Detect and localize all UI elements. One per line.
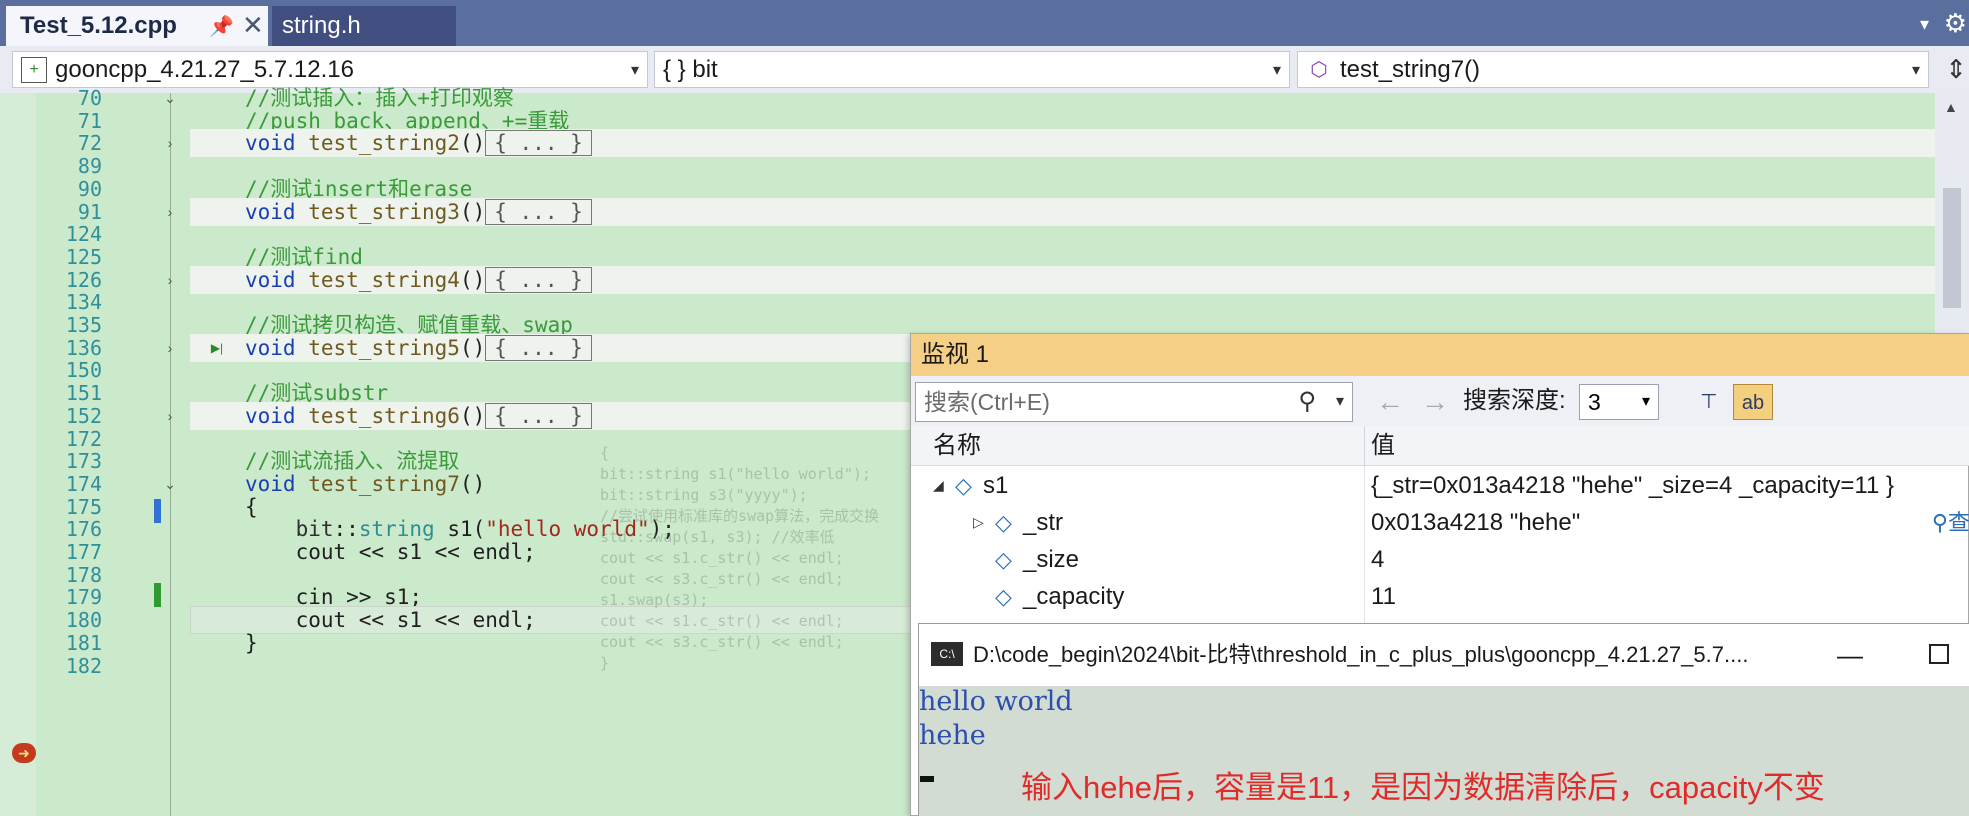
maximize-icon[interactable] [1929, 644, 1949, 664]
change-marker [154, 583, 161, 607]
expanded-icon[interactable]: ◢ [933, 467, 944, 504]
project-icon: + [21, 56, 47, 83]
tab-string-h[interactable]: string.h [272, 6, 456, 46]
search-depth-label: 搜索深度: [1463, 387, 1566, 414]
column-name-header[interactable]: 名称 [933, 426, 981, 466]
tab-label: Test_5.12.cpp [20, 12, 177, 39]
scroll-up-icon[interactable]: ▲ [1944, 99, 1958, 115]
watch-search-input[interactable]: 搜索(Ctrl+E) ⚲ ▾ [915, 382, 1353, 422]
watch-name: _str [1023, 509, 1064, 536]
search-depth-dropdown[interactable]: 3 ▾ [1579, 384, 1659, 420]
console-output-line: hehe [919, 720, 986, 751]
gear-icon[interactable]: ⚙ [1944, 8, 1967, 39]
tab-label: string.h [282, 12, 361, 39]
function-name: test_string7() [1340, 55, 1481, 83]
watch-toolbar: 搜索(Ctrl+E) ⚲ ▾ ← → 搜索深度: 3 ▾ ⊤ ab [911, 376, 1969, 426]
function-dropdown[interactable]: ⬡ test_string7() ▾ [1297, 51, 1929, 88]
variable-icon: ◇ [955, 473, 972, 498]
search-forward-icon[interactable]: → [1421, 386, 1449, 418]
watch-value: 11 [1371, 583, 1396, 610]
watch-value: 0x013a4218 "hehe" [1371, 509, 1581, 536]
scope-dropdown[interactable]: { } bit ▾ [654, 51, 1290, 88]
minimize-icon[interactable]: — [1837, 624, 1863, 686]
text-visualizer-icon[interactable]: ⚲查 [1932, 504, 1969, 541]
watch-value: 4 [1371, 546, 1385, 573]
pin-filter-icon[interactable]: ⊤ [1691, 384, 1727, 420]
chevron-down-icon: ▾ [1911, 62, 1920, 79]
console-window: C:\ D:\code_begin\2024\bit-比特\threshold_… [918, 623, 1969, 816]
console-output[interactable]: hello world hehe 输入hehe后，容量是11，是因为数据清除后，… [919, 686, 1969, 816]
field-lock-icon: ◇ [995, 510, 1012, 535]
document-tab-bar: Test_5.12.cpp 📌 ✕ string.h ▾ ⚙ [0, 0, 1969, 46]
annotation-text: 输入hehe后，容量是11，是因为数据清除后，capacity不变 [1021, 770, 1825, 805]
close-icon[interactable]: ✕ [242, 10, 264, 41]
console-cursor [920, 776, 934, 782]
watch-row[interactable]: ◇ _size 4 [911, 541, 1969, 578]
chevron-down-icon: ▾ [1272, 62, 1281, 79]
project-dropdown[interactable]: + gooncpp_4.21.27_5.7.12.16 ▾ [12, 51, 648, 88]
watch-value: {_str=0x013a4218 "hehe" _size=4 _capacit… [1371, 472, 1894, 499]
watch-row[interactable]: ◇ _capacity 11 [911, 578, 1969, 615]
field-lock-icon: ◇ [995, 584, 1012, 609]
project-name: gooncpp_4.21.27_5.7.12.16 [55, 55, 354, 83]
watch-name: _size [1023, 546, 1080, 573]
line-number: 182 [65, 654, 102, 678]
console-output-line: hello world [919, 686, 1073, 717]
pin-icon[interactable]: 📌 [209, 14, 234, 39]
watch-column-headers: 名称 值 [911, 426, 1969, 466]
search-depth-value: 3 [1588, 389, 1601, 415]
watch-row[interactable]: ▷ ◇ _str 0x013a4218 "hehe" ⚲查 [911, 504, 1969, 541]
scrollbar-thumb[interactable] [1943, 188, 1961, 308]
tab-list-dropdown-icon[interactable]: ▾ [1920, 14, 1929, 35]
field-lock-icon: ◇ [995, 547, 1012, 572]
scope-name: { } bit [663, 55, 718, 83]
breakpoint-current-statement-icon[interactable]: ➜ [12, 743, 36, 763]
console-title-bar[interactable]: C:\ D:\code_begin\2024\bit-比特\threshold_… [919, 624, 1969, 686]
tab-test-5-12-cpp[interactable]: Test_5.12.cpp 📌 ✕ [6, 6, 268, 46]
watch-title: 监视 1 [911, 334, 1969, 376]
console-title-text: D:\code_begin\2024\bit-比特\threshold_in_c… [973, 642, 1749, 667]
watch-name: _capacity [1023, 583, 1125, 610]
console-app-icon: C:\ [931, 642, 963, 666]
watch-name: s1 [983, 472, 1009, 499]
chevron-down-icon[interactable]: ▾ [1336, 383, 1344, 421]
change-marker [154, 499, 161, 523]
watch-search-placeholder: 搜索(Ctrl+E) [924, 389, 1050, 415]
column-separator[interactable] [1364, 426, 1365, 466]
chevron-down-icon: ▾ [1641, 393, 1650, 410]
column-value-header[interactable]: 值 [1371, 426, 1395, 466]
function-cube-icon: ⬡ [1310, 58, 1328, 81]
split-window-icon[interactable]: ⇕ [1945, 54, 1967, 85]
watch-row[interactable]: ◢ ◇ s1 {_str=0x013a4218 "hehe" _size=4 _cap… [911, 467, 1969, 504]
search-back-icon[interactable]: ← [1376, 386, 1404, 418]
collapsed-icon[interactable]: ▷ [973, 504, 984, 541]
chevron-down-icon: ▾ [630, 62, 639, 79]
view-ab-icon[interactable]: ab [1733, 384, 1773, 420]
search-icon[interactable]: ⚲ [1298, 383, 1316, 421]
